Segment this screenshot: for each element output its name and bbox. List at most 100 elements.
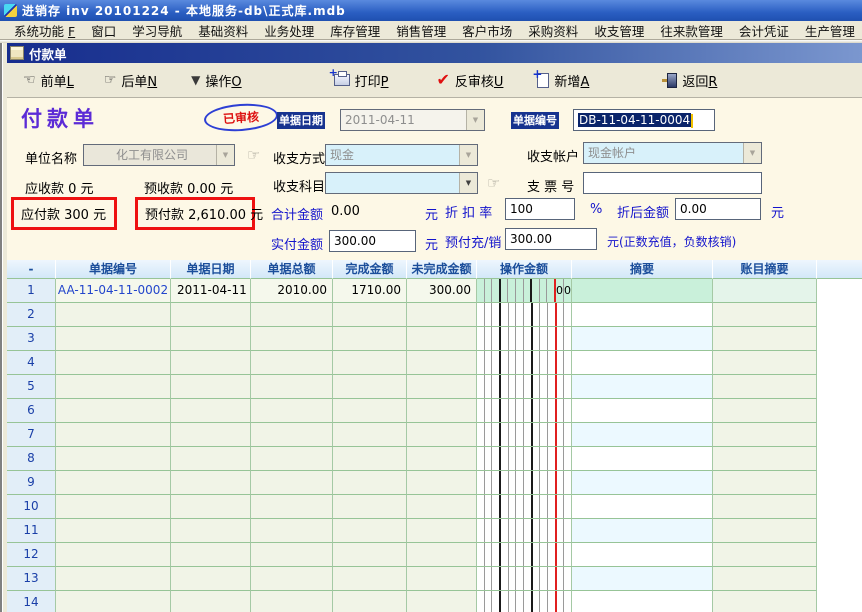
done-amount-cell[interactable] [333,375,407,399]
doc-total-cell[interactable] [251,375,333,399]
row-number-cell[interactable]: 10 [7,495,56,519]
remaining-amount-cell[interactable] [407,471,477,495]
row-number-cell[interactable]: 1 [7,279,56,303]
doc-total-cell[interactable] [251,327,333,351]
doc-no-cell[interactable] [56,495,171,519]
paid-amount-field[interactable]: 300.00 [329,230,416,252]
doc-date-cell[interactable] [171,351,251,375]
menu-item-1[interactable]: 系统功能 F [6,21,83,40]
discount-rate-field[interactable]: 100 [505,198,575,220]
doc-total-cell[interactable] [251,567,333,591]
doc-total-cell[interactable] [251,543,333,567]
doc-date-cell[interactable] [171,447,251,471]
doc-date-combo[interactable]: 2011-04-11 ▼ [340,109,485,131]
doc-date-cell[interactable] [171,567,251,591]
row-number-cell[interactable]: 13 [7,567,56,591]
remaining-amount-cell[interactable] [407,591,477,612]
doc-no-cell[interactable] [56,567,171,591]
row-number-cell[interactable]: 6 [7,399,56,423]
summary-cell[interactable] [572,495,713,519]
doc-total-cell[interactable] [251,351,333,375]
account-summary-cell[interactable] [713,543,817,567]
summary-cell[interactable] [572,279,713,303]
toolbar-button-o[interactable]: ▼操作O [187,68,245,93]
table-row[interactable]: 10 [7,495,862,519]
remaining-amount-cell[interactable]: 300.00 [407,279,477,303]
operation-amount-cell[interactable] [477,375,572,399]
done-amount-cell[interactable]: 1710.00 [333,279,407,303]
pay-method-combo[interactable]: 现金 ▼ [325,144,478,166]
doc-no-cell[interactable] [56,423,171,447]
menu-item-8[interactable]: 客户市场 [454,21,520,40]
operation-amount-cell[interactable] [477,495,572,519]
table-row[interactable]: 3 [7,327,862,351]
doc-total-cell[interactable] [251,399,333,423]
table-row[interactable]: 8 [7,447,862,471]
toolbar-button-l[interactable]: ☜前单L [19,68,78,93]
operation-amount-cell[interactable] [477,327,572,351]
operation-amount-cell[interactable] [477,591,572,612]
doc-date-cell[interactable] [171,327,251,351]
done-amount-cell[interactable] [333,303,407,327]
table-row[interactable]: 12 [7,543,862,567]
account-summary-cell[interactable] [713,447,817,471]
summary-cell[interactable] [572,447,713,471]
account-summary-cell[interactable] [713,303,817,327]
account-summary-cell[interactable] [713,375,817,399]
row-number-cell[interactable]: 14 [7,591,56,612]
account-summary-cell[interactable] [713,423,817,447]
doc-date-cell[interactable] [171,519,251,543]
cheque-no-field[interactable] [583,172,762,194]
chevron-down-icon[interactable]: ▼ [459,173,477,193]
menu-item-4[interactable]: 基础资料 [190,21,256,40]
doc-date-cell[interactable] [171,471,251,495]
toolbar-button-p[interactable]: 打印P [330,68,393,93]
doc-total-cell[interactable] [251,495,333,519]
chevron-down-icon[interactable]: ▼ [466,110,484,130]
table-row[interactable]: 7 [7,423,862,447]
doc-no-cell[interactable] [56,447,171,471]
table-row[interactable]: 14 [7,591,862,612]
table-row[interactable]: 5 [7,375,862,399]
menu-item-2[interactable]: 窗口 [83,21,124,40]
summary-cell[interactable] [572,543,713,567]
summary-cell[interactable] [572,375,713,399]
doc-date-cell[interactable] [171,303,251,327]
operation-amount-cell[interactable] [477,351,572,375]
doc-date-cell[interactable] [171,375,251,399]
account-summary-cell[interactable] [713,279,817,303]
done-amount-cell[interactable] [333,399,407,423]
row-number-cell[interactable]: 2 [7,303,56,327]
account-summary-cell[interactable] [713,519,817,543]
doc-date-cell[interactable] [171,543,251,567]
menu-item-11[interactable]: 往来款管理 [652,21,731,40]
doc-no-cell[interactable] [56,471,171,495]
row-number-cell[interactable]: 7 [7,423,56,447]
pay-account-combo[interactable]: 现金帐户 ▼ [583,142,762,164]
menu-item-6[interactable]: 库存管理 [322,21,388,40]
menu-item-12[interactable]: 会计凭证 [731,21,797,40]
summary-cell[interactable] [572,423,713,447]
doc-no-cell[interactable] [56,591,171,612]
done-amount-cell[interactable] [333,543,407,567]
unit-name-combo[interactable]: 化工有限公司 ▼ [83,144,235,166]
remaining-amount-cell[interactable] [407,303,477,327]
summary-cell[interactable] [572,591,713,612]
operation-amount-cell[interactable] [477,423,572,447]
toolbar-button-n[interactable]: ☞后单N [100,68,161,93]
doc-total-cell[interactable] [251,303,333,327]
operation-amount-cell[interactable] [477,567,572,591]
account-summary-cell[interactable] [713,351,817,375]
menu-item-7[interactable]: 销售管理 [388,21,454,40]
chevron-down-icon[interactable]: ▼ [216,145,234,165]
summary-cell[interactable] [572,567,713,591]
doc-no-cell[interactable] [56,351,171,375]
table-row[interactable]: 4 [7,351,862,375]
operation-amount-cell[interactable]: 00 [477,279,572,303]
summary-cell[interactable] [572,519,713,543]
summary-cell[interactable] [572,327,713,351]
remaining-amount-cell[interactable] [407,351,477,375]
summary-cell[interactable] [572,471,713,495]
account-summary-cell[interactable] [713,591,817,612]
account-summary-cell[interactable] [713,327,817,351]
